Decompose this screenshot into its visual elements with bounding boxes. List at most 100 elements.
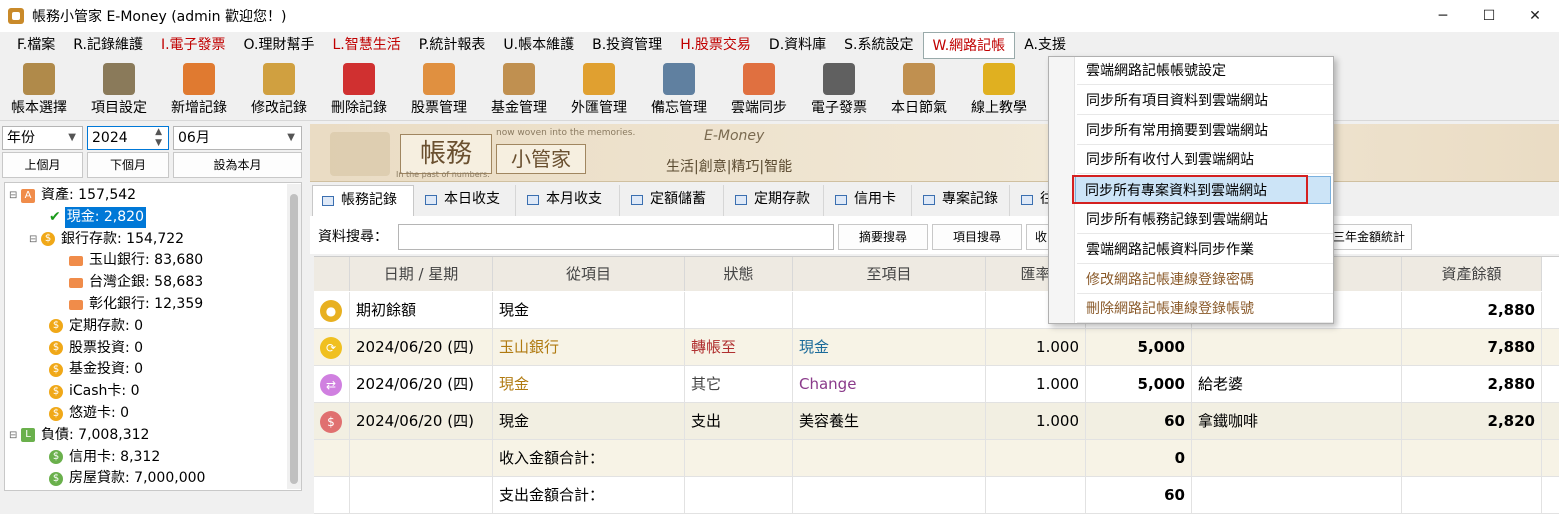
column-header[interactable]: 狀態 bbox=[685, 257, 793, 291]
tab-label: 信用卡 bbox=[854, 191, 896, 207]
tab-4[interactable]: 定期存款 bbox=[726, 185, 824, 216]
dropdown-item-0[interactable]: 雲端網路記帳帳號設定 bbox=[1077, 57, 1333, 85]
tree-node[interactable]: 台灣企銀: 58,683 bbox=[69, 272, 205, 293]
next-month-button[interactable]: 下個月 bbox=[87, 152, 169, 178]
toolbar-button-3[interactable]: 修改記錄 bbox=[242, 59, 316, 119]
three-year-stats-button[interactable]: 三年金額統計 bbox=[1326, 224, 1412, 250]
toolbar-label: 電子發票 bbox=[811, 100, 867, 116]
menu-item-5[interactable]: P.統計報表 bbox=[410, 32, 495, 59]
account-tree[interactable]: ⊟ A 資產: 157,542 ✔ 現金: 2,820 ⊟ $ 銀行存款: 154,722 玉山… bbox=[4, 182, 302, 491]
menu-item-12[interactable]: A.支援 bbox=[1015, 32, 1075, 59]
tree-node[interactable]: 玉山銀行: 83,680 bbox=[69, 250, 205, 271]
toolbar-button-10[interactable]: 電子發票 bbox=[802, 59, 876, 119]
menu-item-3[interactable]: O.理財幫手 bbox=[235, 32, 324, 59]
toolbar-button-2[interactable]: 新增記錄 bbox=[162, 59, 236, 119]
tab-1[interactable]: 本日收支 bbox=[416, 185, 516, 216]
dropdown-item-3[interactable]: 同步所有收付人到雲端網站 bbox=[1077, 146, 1333, 175]
menu-item-7[interactable]: B.投資管理 bbox=[583, 32, 671, 59]
tree-node[interactable]: ⊟ L 負債: 7,008,312 bbox=[9, 425, 151, 446]
tree-node[interactable]: $ iCash卡: 0 bbox=[49, 381, 142, 402]
expand-icon[interactable]: ⊟ bbox=[29, 229, 39, 250]
toolbar-button-9[interactable]: 雲端同步 bbox=[722, 59, 796, 119]
toolbar-button-7[interactable]: 外匯管理 bbox=[562, 59, 636, 119]
tree-node[interactable]: $ 定期存款: 0 bbox=[49, 316, 145, 337]
prev-month-button[interactable]: 上個月 bbox=[2, 152, 83, 178]
column-header[interactable]: 至項目 bbox=[793, 257, 986, 291]
dropdown-item-1[interactable]: 同步所有項目資料到雲端網站 bbox=[1077, 87, 1333, 115]
menu-item-1[interactable]: R.記錄維護 bbox=[64, 32, 152, 59]
tree-node[interactable]: $ 股票投資: 0 bbox=[49, 338, 145, 359]
tab-2[interactable]: 本月收支 bbox=[518, 185, 620, 216]
search-input[interactable] bbox=[398, 224, 834, 250]
tree-node-label: 台灣企銀: 58,683 bbox=[89, 274, 204, 291]
column-header[interactable]: 從項目 bbox=[493, 257, 685, 291]
toolbar-button-11[interactable]: 本日節氣 bbox=[882, 59, 956, 119]
year-label-select[interactable]: 年份 ▼ bbox=[2, 126, 83, 150]
dropdown-item-5[interactable]: 同步所有帳務記錄到雲端網站 bbox=[1077, 206, 1333, 234]
table-row[interactable]: 支出金額合計： 60 bbox=[314, 477, 1559, 514]
toolbar-button-5[interactable]: 股票管理 bbox=[402, 59, 476, 119]
expand-icon[interactable]: ⊟ bbox=[9, 185, 19, 206]
menu-item-8[interactable]: H.股票交易 bbox=[671, 32, 760, 59]
set-this-month-button[interactable]: 設為本月 bbox=[173, 152, 302, 178]
toolbar-button-4[interactable]: 刪除記錄 bbox=[322, 59, 396, 119]
table-row[interactable]: ⇄ 2024/06/20 (四) 現金 其它 Change 1.000 5,000 給老婆 2,… bbox=[314, 366, 1559, 403]
menu-item-9[interactable]: D.資料庫 bbox=[760, 32, 835, 59]
dropdown-item-6[interactable]: 雲端網路記帳資料同步作業 bbox=[1077, 236, 1333, 264]
toolbar-button-6[interactable]: 基金管理 bbox=[482, 59, 556, 119]
year-input[interactable]: 2024 ▲ ▼ bbox=[87, 126, 169, 150]
tree-node-label: 負債: 7,008,312 bbox=[41, 426, 150, 443]
tab-6[interactable]: 專案記錄 bbox=[914, 185, 1010, 216]
month-select[interactable]: 06月 ▼ bbox=[173, 126, 302, 150]
tree-node[interactable]: $ 悠遊卡: 0 bbox=[49, 403, 131, 424]
records-grid: 日期 / 星期 從項目 狀態 至項目 匯率 資產餘額 ● 期初餘額 現金 2,880 ⟳ 2024/0… bbox=[314, 256, 1559, 514]
menu-item-6[interactable]: U.帳本維護 bbox=[494, 32, 583, 59]
cell-memo bbox=[1192, 477, 1402, 514]
green-coin-icon: $ bbox=[49, 471, 63, 486]
table-row[interactable]: 收入金額合計： 0 bbox=[314, 440, 1559, 477]
tab-7[interactable]: 往 bbox=[1012, 185, 1054, 216]
minimize-button[interactable]: ─ bbox=[1420, 0, 1466, 32]
menu-item-0[interactable]: F.檔案 bbox=[8, 32, 64, 59]
toolbar-button-0[interactable]: 帳本選擇 bbox=[2, 59, 76, 119]
summary-search-button[interactable]: 摘要搜尋 bbox=[838, 224, 928, 250]
tree-scrollbar[interactable] bbox=[287, 184, 301, 489]
row-icon-cell bbox=[314, 440, 350, 477]
menu-item-10[interactable]: S.系統設定 bbox=[835, 32, 922, 59]
dropdown-item-7[interactable]: 修改網路記帳連線登錄密碼 bbox=[1077, 266, 1333, 294]
table-row[interactable]: ● 期初餘額 現金 2,880 bbox=[314, 292, 1559, 329]
highlight-box bbox=[1072, 175, 1308, 204]
table-row[interactable]: $2024/06/20 (四) 現金 支出 美容養生 1.000 60 拿鐵咖啡 2,820 bbox=[314, 403, 1559, 440]
tree-node[interactable]: ⊟ $ 銀行存款: 154,722 bbox=[29, 229, 186, 250]
expand-icon[interactable]: ⊟ bbox=[9, 425, 19, 446]
tree-node[interactable]: $ 房屋貸款: 7,000,000 bbox=[49, 468, 207, 489]
cell-balance: 2,880 bbox=[1402, 366, 1542, 403]
scrollbar-thumb[interactable] bbox=[290, 194, 298, 484]
tree-node-label: 悠遊卡: 0 bbox=[69, 405, 130, 421]
tree-node[interactable]: 彰化銀行: 12,359 bbox=[69, 294, 205, 315]
close-button[interactable]: ✕ bbox=[1512, 0, 1558, 32]
tree-node[interactable]: ✔ 現金: 2,820 bbox=[49, 206, 146, 228]
tab-5[interactable]: 信用卡 bbox=[826, 185, 912, 216]
tree-node[interactable]: ⊟ A 資產: 157,542 bbox=[9, 185, 138, 206]
tree-node[interactable]: $ 信用卡: 8,312 bbox=[49, 447, 162, 468]
maximize-button[interactable]: ☐ bbox=[1466, 0, 1512, 32]
tab-3[interactable]: 定額儲蓄 bbox=[622, 185, 724, 216]
search-row: 資料搜尋： 摘要搜尋 項目搜尋 收 三年金額統計 bbox=[310, 216, 1559, 254]
dropdown-item-8[interactable]: 刪除網路記帳連線登錄帳號 bbox=[1077, 295, 1333, 324]
menu-item-2[interactable]: I.電子發票 bbox=[152, 32, 235, 59]
toolbar-button-8[interactable]: 備忘管理 bbox=[642, 59, 716, 119]
table-row[interactable]: ⟳ 2024/06/20 (四) 玉山銀行 轉帳至 現金 1.000 5,000 7,880 bbox=[314, 329, 1559, 366]
dropdown-item-2[interactable]: 同步所有常用摘要到雲端網站 bbox=[1077, 117, 1333, 145]
column-header[interactable]: 資產餘額 bbox=[1402, 257, 1542, 291]
tree-node[interactable]: $ 基金投資: 0 bbox=[49, 359, 145, 380]
column-header[interactable] bbox=[314, 257, 350, 291]
toolbar-button-12[interactable]: 線上教學 bbox=[962, 59, 1036, 119]
toolbar-button-1[interactable]: 項目設定 bbox=[82, 59, 156, 119]
column-header[interactable]: 日期 / 星期 bbox=[350, 257, 493, 291]
item-search-button[interactable]: 項目搜尋 bbox=[932, 224, 1022, 250]
menu-item-11[interactable]: W.網路記帳 bbox=[922, 32, 1016, 59]
menu-item-4[interactable]: L.智慧生活 bbox=[323, 32, 409, 59]
spin-icon[interactable]: ▲ ▼ bbox=[155, 127, 162, 149]
tab-0[interactable]: 帳務記錄 bbox=[312, 185, 414, 216]
